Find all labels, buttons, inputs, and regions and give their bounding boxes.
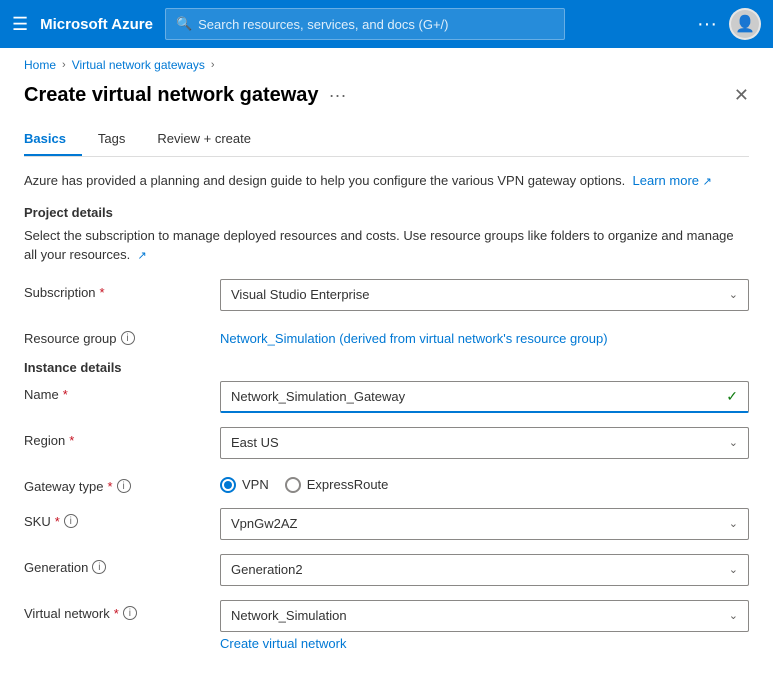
radio-expressroute-label: ExpressRoute (307, 477, 389, 492)
virtual-network-dropdown[interactable]: Network_Simulation ⌄ (220, 600, 749, 632)
external-link-icon: ↗ (703, 176, 712, 188)
name-control: Network_Simulation_Gateway ✓ (220, 381, 749, 413)
radio-expressroute[interactable]: ExpressRoute (285, 477, 389, 493)
virtual-network-control: Network_Simulation ⌄ Create virtual netw… (220, 600, 749, 651)
virtual-network-info-icon[interactable]: i (123, 606, 137, 620)
gateway-type-control: VPN ExpressRoute (220, 473, 749, 493)
generation-info-icon[interactable]: i (92, 560, 106, 574)
tabs: Basics Tags Review + create (24, 123, 749, 157)
tab-review-create[interactable]: Review + create (157, 123, 267, 156)
virtual-network-chevron-icon: ⌄ (729, 609, 738, 622)
region-label: Region * (24, 427, 204, 448)
name-value: Network_Simulation_Gateway (231, 389, 405, 404)
resource-group-control: Network_Simulation (derived from virtual… (220, 325, 749, 346)
project-link-icon: ↗ (137, 250, 146, 262)
sku-required: * (55, 514, 60, 529)
virtual-network-label: Virtual network * i (24, 600, 204, 621)
page-options-icon[interactable]: ··· (329, 85, 347, 106)
radio-vpn-label: VPN (242, 477, 269, 492)
virtual-network-row: Virtual network * i Network_Simulation ⌄… (24, 600, 749, 651)
subscription-control: Visual Studio Enterprise ⌄ (220, 279, 749, 311)
resource-group-info-icon[interactable]: i (121, 331, 135, 345)
sku-row: SKU * i VpnGw2AZ ⌄ (24, 508, 749, 540)
virtual-network-value: Network_Simulation (231, 608, 347, 623)
radio-vpn-dot (224, 481, 232, 489)
gateway-type-radio-group: VPN ExpressRoute (220, 473, 749, 493)
nav-dots-icon[interactable]: ··· (697, 13, 717, 36)
virtual-network-required: * (114, 606, 119, 621)
subscription-row: Subscription * Visual Studio Enterprise … (24, 279, 749, 311)
tab-basics[interactable]: Basics (24, 123, 82, 156)
hamburger-icon[interactable]: ☰ (12, 14, 28, 35)
sku-dropdown[interactable]: VpnGw2AZ ⌄ (220, 508, 749, 540)
breadcrumb-sep-1: › (62, 59, 66, 71)
page-title-row: Create virtual network gateway ··· (24, 84, 347, 107)
name-row: Name * Network_Simulation_Gateway ✓ (24, 381, 749, 413)
subscription-required: * (100, 285, 105, 300)
name-label: Name * (24, 381, 204, 402)
name-required: * (63, 387, 68, 402)
resource-group-label: Resource group i (24, 325, 204, 346)
learn-more-link[interactable]: Learn more ↗ (633, 173, 712, 188)
gateway-type-required: * (108, 479, 113, 494)
tab-tags[interactable]: Tags (98, 123, 141, 156)
sku-chevron-icon: ⌄ (729, 517, 738, 530)
page-title: Create virtual network gateway (24, 84, 319, 107)
region-row: Region * East US ⌄ (24, 427, 749, 459)
generation-row: Generation i Generation2 ⌄ (24, 554, 749, 586)
create-virtual-network-link[interactable]: Create virtual network (220, 636, 346, 651)
generation-control: Generation2 ⌄ (220, 554, 749, 586)
top-nav: ☰ Microsoft Azure 🔍 Search resources, se… (0, 0, 773, 48)
info-text: Azure has provided a planning and design… (24, 171, 749, 191)
gateway-type-label: Gateway type * i (24, 473, 204, 494)
region-value: East US (231, 435, 279, 450)
sku-info-icon[interactable]: i (64, 514, 78, 528)
project-details-header: Project details (24, 205, 749, 220)
avatar[interactable]: 👤 (729, 8, 761, 40)
breadcrumb-home[interactable]: Home (24, 58, 56, 72)
radio-vpn-circle (220, 477, 236, 493)
gateway-type-row: Gateway type * i VPN ExpressRoute (24, 473, 749, 494)
gateway-type-info-icon[interactable]: i (117, 479, 131, 493)
instance-details-header: Instance details (24, 360, 749, 375)
sku-control: VpnGw2AZ ⌄ (220, 508, 749, 540)
subscription-label: Subscription * (24, 279, 204, 300)
region-chevron-icon: ⌄ (729, 436, 738, 449)
main-content: Create virtual network gateway ··· ✕ Bas… (0, 76, 773, 685)
page-header: Create virtual network gateway ··· ✕ (24, 76, 749, 123)
breadcrumb: Home › Virtual network gateways › (0, 48, 773, 76)
region-control: East US ⌄ (220, 427, 749, 459)
global-search[interactable]: 🔍 Search resources, services, and docs (… (165, 8, 565, 40)
search-placeholder: Search resources, services, and docs (G+… (198, 17, 448, 32)
project-details-desc: Select the subscription to manage deploy… (24, 226, 749, 265)
resource-group-value: Network_Simulation (derived from virtual… (220, 325, 749, 346)
search-icon: 🔍 (176, 16, 192, 32)
subscription-dropdown[interactable]: Visual Studio Enterprise ⌄ (220, 279, 749, 311)
sku-value: VpnGw2AZ (231, 516, 297, 531)
radio-expressroute-circle (285, 477, 301, 493)
sku-label: SKU * i (24, 508, 204, 529)
valid-check-icon: ✓ (726, 388, 738, 405)
close-button[interactable]: ✕ (734, 85, 749, 106)
name-input[interactable]: Network_Simulation_Gateway ✓ (220, 381, 749, 413)
generation-dropdown[interactable]: Generation2 ⌄ (220, 554, 749, 586)
chevron-down-icon: ⌄ (729, 288, 738, 301)
avatar-icon: 👤 (735, 14, 755, 34)
breadcrumb-sep-2: › (211, 59, 215, 71)
generation-value: Generation2 (231, 562, 303, 577)
brand-name: Microsoft Azure (40, 16, 153, 33)
breadcrumb-parent[interactable]: Virtual network gateways (72, 58, 205, 72)
subscription-value: Visual Studio Enterprise (231, 287, 370, 302)
radio-vpn[interactable]: VPN (220, 477, 269, 493)
resource-group-row: Resource group i Network_Simulation (der… (24, 325, 749, 346)
region-required: * (69, 433, 74, 448)
region-dropdown[interactable]: East US ⌄ (220, 427, 749, 459)
generation-label: Generation i (24, 554, 204, 575)
generation-chevron-icon: ⌄ (729, 563, 738, 576)
